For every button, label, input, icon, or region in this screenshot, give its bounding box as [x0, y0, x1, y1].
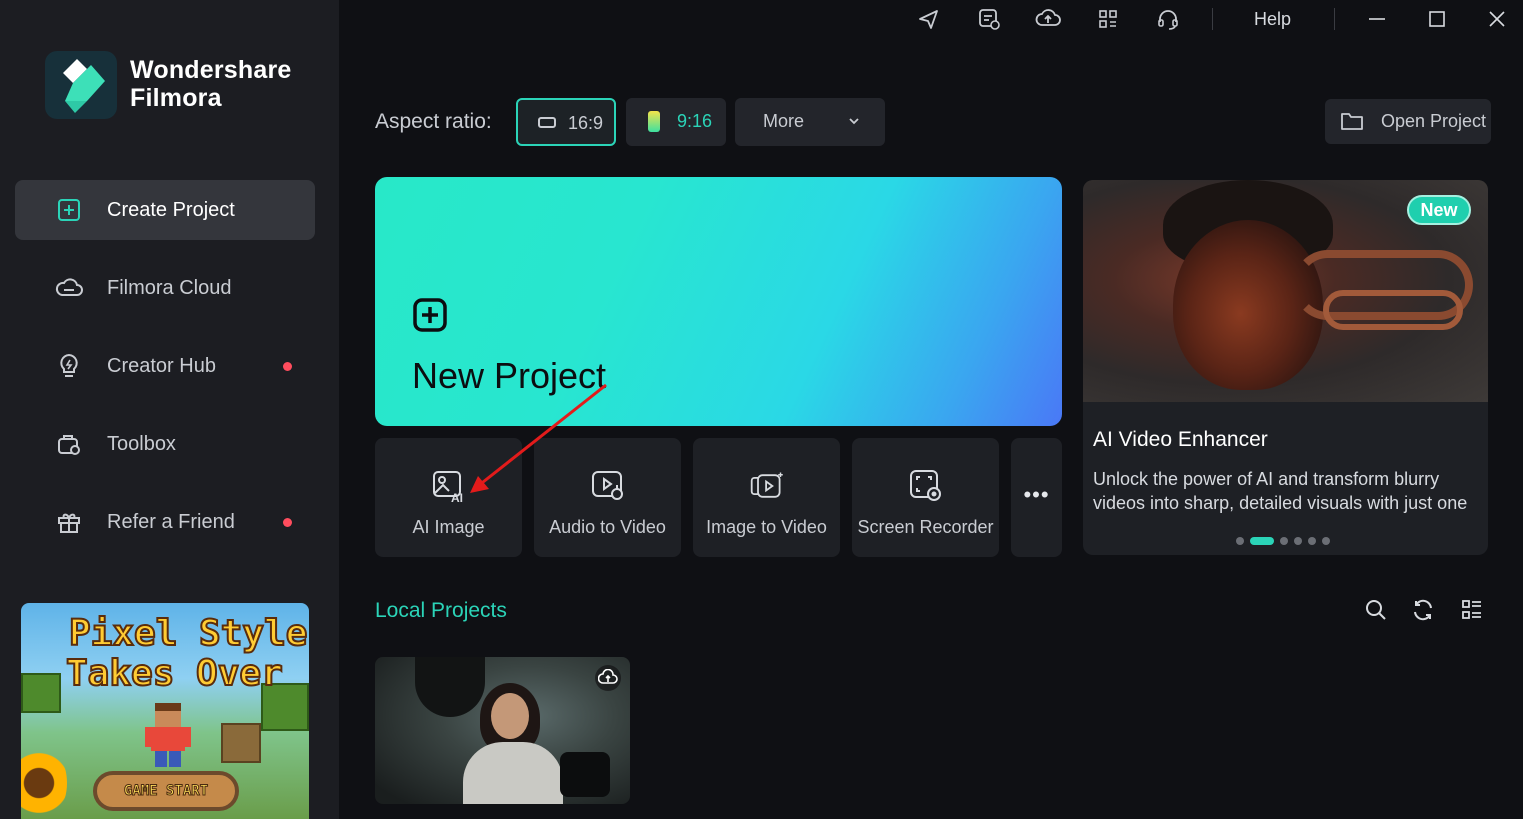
- task-icon[interactable]: [976, 6, 1002, 32]
- tool-image-to-video[interactable]: Image to Video: [693, 438, 840, 557]
- tool-ai-image[interactable]: AI AI Image: [375, 438, 522, 557]
- new-project-label: New Project: [412, 355, 607, 396]
- cloud-upload-icon[interactable]: [595, 665, 621, 691]
- image-to-video-icon: [749, 468, 785, 504]
- carousel-pager[interactable]: [1236, 537, 1330, 545]
- tool-screen-recorder[interactable]: Screen Recorder: [852, 438, 999, 557]
- feature-carousel-card[interactable]: New AI Video Enhancer Unlock the power o…: [1083, 180, 1488, 555]
- thumb-camera: [560, 752, 610, 797]
- local-projects-title: Local Projects: [375, 599, 507, 622]
- sidebar-item-toolbox[interactable]: Toolbox: [15, 414, 315, 474]
- promo-title-line1: Pixel Style: [68, 612, 308, 655]
- promo-banner[interactable]: Pixel Style Takes Over GAME START: [21, 603, 309, 819]
- tool-label: Audio to Video: [549, 517, 666, 537]
- pixel-character: [145, 703, 191, 767]
- new-project-card[interactable]: New Project: [375, 177, 1062, 426]
- thumb-lamp: [415, 657, 485, 717]
- sunflower: [21, 743, 67, 819]
- aspect-more-label: More: [763, 111, 805, 131]
- folder-icon: [1340, 110, 1364, 137]
- pager-dot[interactable]: [1280, 537, 1288, 545]
- audio-to-video-icon: [590, 468, 626, 504]
- promo-title-line2: Takes Over: [65, 652, 284, 695]
- sidebar-item-creator-hub[interactable]: Creator Hub: [15, 336, 315, 396]
- pixel-block: [221, 723, 261, 763]
- toolbox-icon: [53, 428, 85, 460]
- aspect-option-label: 16:9: [568, 113, 604, 133]
- aspect-more-dropdown[interactable]: More: [735, 98, 885, 146]
- chevron-down-icon: [847, 112, 861, 133]
- cloud-icon: [53, 272, 85, 304]
- search-icon[interactable]: [1363, 597, 1389, 623]
- aspect-option-label: 9:16: [677, 111, 713, 131]
- sidebar-item-label: Filmora Cloud: [107, 276, 232, 299]
- pager-dot[interactable]: [1294, 537, 1302, 545]
- tool-label: AI Image: [412, 517, 485, 537]
- hero-trumpet-valves: [1323, 290, 1463, 330]
- open-project-label: Open Project: [1381, 111, 1487, 131]
- close-icon[interactable]: [1484, 6, 1510, 32]
- lightbulb-icon: [53, 350, 85, 382]
- send-icon[interactable]: [916, 6, 942, 32]
- notification-dot: [283, 517, 292, 527]
- pager-dot[interactable]: [1322, 537, 1330, 545]
- plus-square-icon: [53, 194, 85, 226]
- pager-dot-active[interactable]: [1250, 537, 1274, 545]
- help-menu[interactable]: Help: [1254, 9, 1291, 30]
- plus-square-icon: [412, 297, 448, 338]
- headset-icon[interactable]: [1155, 6, 1181, 32]
- local-project-thumbnail[interactable]: [375, 657, 630, 804]
- filmora-logo: [45, 51, 117, 119]
- maximize-icon[interactable]: [1424, 6, 1450, 32]
- portrait-icon: [648, 111, 660, 132]
- sidebar-item-label: Create Project: [107, 198, 235, 221]
- more-tools-button[interactable]: •••: [1011, 438, 1062, 557]
- aspect-ratio-label: Aspect ratio:: [375, 110, 492, 133]
- tool-audio-to-video[interactable]: Audio to Video: [534, 438, 681, 557]
- open-project-button[interactable]: Open Project: [1325, 99, 1491, 144]
- screen-recorder-icon: [908, 468, 944, 504]
- sidebar-item-filmora-cloud[interactable]: Filmora Cloud: [15, 258, 315, 318]
- pager-dot[interactable]: [1236, 537, 1244, 545]
- grid-icon[interactable]: [1095, 6, 1121, 32]
- pager-dot[interactable]: [1308, 537, 1316, 545]
- list-view-icon[interactable]: [1459, 597, 1485, 623]
- sidebar-item-refer-a-friend[interactable]: Refer a Friend: [15, 492, 315, 552]
- brand-name: Wondershare Filmora: [130, 56, 292, 112]
- tool-label: Screen Recorder: [857, 517, 994, 537]
- brand-line-1: Wondershare: [130, 56, 292, 84]
- notification-dot: [283, 361, 292, 371]
- aspect-9-16-button[interactable]: 9:16: [626, 98, 726, 146]
- feature-title: AI Video Enhancer: [1093, 428, 1268, 451]
- cloud-upload-icon[interactable]: [1035, 6, 1061, 32]
- svg-text:AI: AI: [451, 491, 463, 503]
- aspect-16-9-button[interactable]: 16:9: [516, 98, 616, 146]
- titlebar-divider: [1334, 8, 1335, 30]
- refresh-icon[interactable]: [1410, 597, 1436, 623]
- sidebar-item-label: Toolbox: [107, 432, 176, 455]
- pixel-block: [21, 673, 61, 713]
- more-dots-icon: •••: [1023, 482, 1050, 507]
- thumb-body: [463, 742, 563, 804]
- landscape-icon: [538, 117, 556, 128]
- thumb-face: [491, 693, 529, 739]
- sidebar-item-label: Refer a Friend: [107, 510, 235, 533]
- minimize-icon[interactable]: [1364, 6, 1390, 32]
- sidebar-item-create-project[interactable]: Create Project: [15, 180, 315, 240]
- gift-icon: [53, 506, 85, 538]
- new-badge: New: [1407, 195, 1471, 225]
- brand-line-2: Filmora: [130, 84, 222, 112]
- game-start-button: GAME START: [93, 771, 239, 811]
- feature-description: Unlock the power of AI and transform blu…: [1093, 469, 1468, 513]
- tool-label: Image to Video: [706, 517, 827, 537]
- titlebar-divider: [1212, 8, 1213, 30]
- sidebar: Wondershare Filmora Create Project Filmo…: [0, 0, 339, 819]
- sidebar-item-label: Creator Hub: [107, 354, 216, 377]
- ai-image-icon: AI: [431, 468, 467, 504]
